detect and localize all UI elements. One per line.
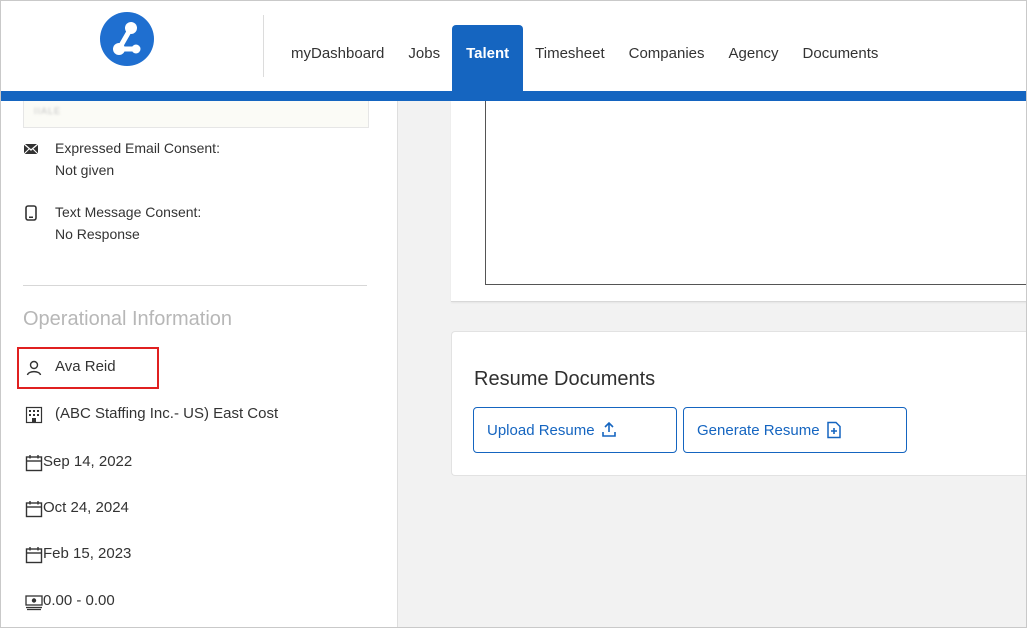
agency-name: (ABC Staffing Inc.- US) East Cost <box>55 405 279 422</box>
date-2: Oct 24, 2024 <box>43 499 129 516</box>
redacted-field: IIALE <box>23 101 369 128</box>
email-consent: Expressed Email Consent: Not given <box>23 137 353 183</box>
calendar-icon <box>25 501 43 518</box>
operational-info-title: Operational Information <box>23 308 233 330</box>
section-divider <box>23 285 367 286</box>
nav-talent[interactable]: Talent <box>452 25 524 91</box>
main-nav: myDashboard Jobs Talent Timesheet Compan… <box>279 25 890 91</box>
nav-documents[interactable]: Documents <box>791 25 891 71</box>
header-accent-bar <box>1 91 1026 101</box>
nav-timesheet[interactable]: Timesheet <box>523 25 616 71</box>
notes-textarea[interactable] <box>485 101 1026 285</box>
upload-icon <box>601 421 616 437</box>
envelope-icon <box>23 143 39 155</box>
resume-documents-card: Resume Documents Upload Resume Generate … <box>451 331 1026 476</box>
app-window: myDashboard Jobs Talent Timesheet Compan… <box>0 0 1027 628</box>
file-plus-icon <box>826 421 841 439</box>
money-icon <box>25 595 43 611</box>
text-consent: Text Message Consent: No Response <box>23 201 353 247</box>
mobile-phone-icon <box>25 205 37 221</box>
upload-resume-button[interactable]: Upload Resume <box>473 407 677 453</box>
building-icon <box>25 406 43 424</box>
main-content: Resume Documents Upload Resume Generate … <box>398 101 1026 627</box>
date-3: Feb 15, 2023 <box>43 545 132 562</box>
pay-range: 0.00 - 0.00 <box>43 592 115 609</box>
app-logo[interactable] <box>100 12 154 66</box>
top-header: myDashboard Jobs Talent Timesheet Compan… <box>1 1 1026 91</box>
calendar-icon <box>25 455 43 472</box>
nav-mydashboard[interactable]: myDashboard <box>279 25 396 71</box>
notes-card <box>451 101 1026 302</box>
recruiter-name: Ava Reid <box>55 358 116 375</box>
nav-agency[interactable]: Agency <box>717 25 791 71</box>
person-icon <box>26 360 42 376</box>
calendar-icon <box>25 547 43 564</box>
header-divider <box>263 15 264 77</box>
logo-icon <box>113 22 141 55</box>
email-consent-label: Expressed Email Consent: <box>55 140 220 156</box>
redacted-text: IIALE <box>34 106 62 116</box>
upload-resume-label: Upload Resume <box>487 421 595 439</box>
generate-resume-label: Generate Resume <box>697 421 820 439</box>
text-consent-label: Text Message Consent: <box>55 204 202 220</box>
email-consent-value: Not given <box>55 162 115 178</box>
nav-companies[interactable]: Companies <box>617 25 717 71</box>
text-consent-value: No Response <box>55 226 140 242</box>
generate-resume-button[interactable]: Generate Resume <box>683 407 907 453</box>
resume-documents-title: Resume Documents <box>474 368 656 390</box>
talent-sidebar: IIALE Expressed Email Consent: Not given… <box>1 101 398 627</box>
nav-jobs[interactable]: Jobs <box>396 25 452 71</box>
date-1: Sep 14, 2022 <box>43 453 133 470</box>
